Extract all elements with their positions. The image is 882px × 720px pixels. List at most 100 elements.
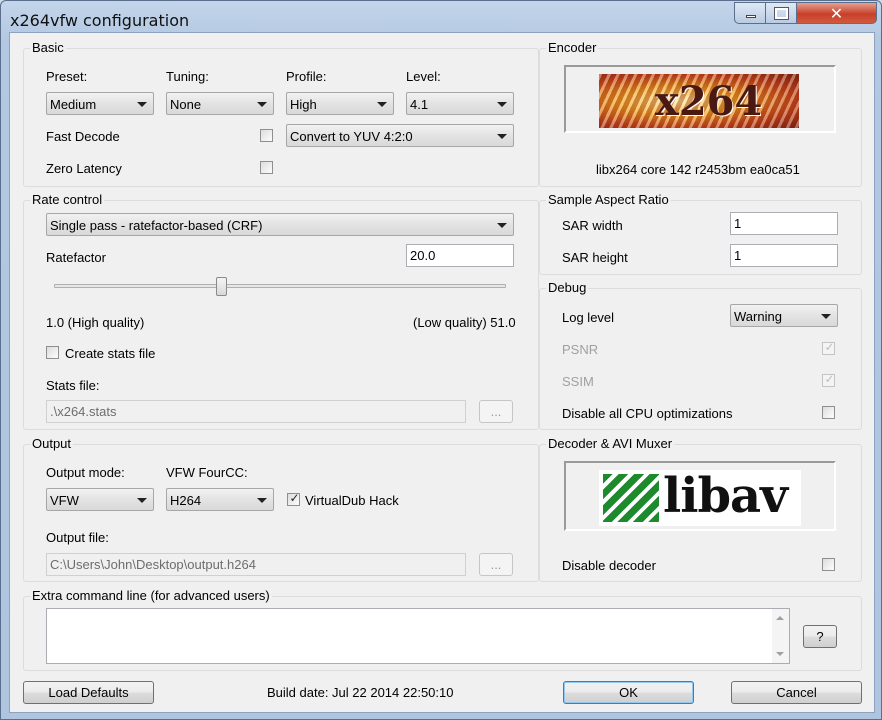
psnr-label: PSNR (562, 342, 599, 357)
ok-button[interactable]: OK (563, 681, 694, 704)
sar-group-label: Sample Aspect Ratio (546, 192, 671, 207)
sar-width-input[interactable]: 1 (730, 212, 838, 235)
encoder-group-label: Encoder (546, 40, 599, 55)
ssim-checkbox[interactable]: ✓ (822, 372, 835, 387)
zero-latency-checkbox[interactable] (260, 161, 273, 174)
create-stats-checkbox[interactable] (46, 346, 59, 359)
output-mode-value: VFW (50, 493, 79, 508)
zero-latency-label: Zero Latency (46, 161, 122, 176)
sar-height-input[interactable]: 1 (730, 244, 838, 267)
chevron-down-icon (497, 134, 507, 139)
chevron-down-icon (377, 102, 387, 107)
stats-file-label: Stats file: (46, 378, 100, 393)
profile-value: High (290, 97, 317, 112)
libav-logo-frame: libav (564, 461, 836, 531)
sar-height-label: SAR height (562, 250, 628, 265)
x264-logo-text: x264 (655, 78, 763, 125)
minimize-icon (746, 15, 756, 18)
debug-group-label: Debug (546, 280, 589, 295)
psnr-checkbox[interactable]: ✓ (822, 340, 835, 355)
libav-logo: libav (599, 470, 801, 526)
chevron-down-icon (137, 498, 147, 503)
decoder-group-label: Decoder & AVI Muxer (546, 436, 675, 451)
output-browse-button[interactable]: ... (479, 553, 513, 576)
tuning-value: None (170, 97, 202, 112)
chevron-down-icon (257, 498, 267, 503)
output-file-input[interactable]: C:\Users\John\Desktop\output.h264 (46, 553, 466, 576)
fourcc-combo[interactable]: H264 (166, 488, 274, 511)
fast-decode-checkbox[interactable] (260, 129, 273, 142)
ssim-label: SSIM (562, 374, 594, 389)
help-button[interactable]: ? (803, 625, 837, 648)
vdub-hack-label: VirtualDub Hack (305, 493, 399, 508)
disable-cpu-checkbox[interactable] (822, 406, 835, 419)
output-mode-label: Output mode: (46, 465, 125, 480)
libav-logo-text: libav (663, 470, 788, 524)
preset-value: Medium (50, 97, 97, 112)
quality-min-label: 1.0 (High quality) (46, 315, 145, 330)
sar-width-label: SAR width (562, 218, 623, 233)
check-icon: ✓ (824, 340, 835, 354)
preset-combo[interactable]: Medium (46, 92, 154, 115)
fourcc-value: H264 (170, 493, 202, 508)
vdub-hack-checkbox[interactable]: ✓ (287, 491, 300, 506)
scroll-up-icon[interactable] (776, 616, 784, 620)
disable-decoder-label: Disable decoder (562, 558, 656, 573)
maximize-icon (774, 7, 789, 20)
minimize-button[interactable] (734, 2, 766, 24)
log-level-label: Log level (562, 310, 615, 325)
check-icon: ✓ (289, 491, 300, 505)
profile-combo[interactable]: High (286, 92, 394, 115)
log-level-combo[interactable]: Warning (730, 304, 838, 327)
chevron-down-icon (137, 102, 147, 107)
chevron-down-icon (497, 102, 507, 107)
cancel-button[interactable]: Cancel (731, 681, 862, 704)
extra-cmd-scrollbar[interactable] (772, 609, 789, 663)
preset-label: Preset: (46, 69, 88, 84)
dialog-window: x264vfw configuration ✕ Basic Preset: Me… (0, 0, 882, 720)
rate-control-group-label: Rate control (30, 192, 105, 207)
scroll-down-icon[interactable] (776, 652, 784, 656)
stats-file-input[interactable]: .\x264.stats (46, 400, 466, 423)
ratefactor-input[interactable]: 20.0 (406, 244, 514, 267)
output-mode-combo[interactable]: VFW (46, 488, 154, 511)
libav-logo-mark (603, 474, 659, 522)
basic-group-label: Basic (30, 40, 66, 55)
close-icon: ✕ (829, 6, 844, 23)
extra-cmd-textarea[interactable] (46, 608, 790, 664)
encoder-version: libx264 core 142 r2453bm ea0ca51 (596, 162, 800, 177)
log-level-value: Warning (734, 309, 782, 324)
output-file-label: Output file: (46, 530, 109, 545)
create-stats-label: Create stats file (65, 346, 156, 361)
level-label: Level: (406, 69, 441, 84)
maximize-button[interactable] (766, 2, 797, 24)
check-icon: ✓ (824, 372, 835, 386)
dialog-client: Basic Preset: Medium Tuning: None Profil… (9, 32, 875, 713)
load-defaults-button[interactable]: Load Defaults (23, 681, 154, 704)
stats-browse-button[interactable]: ... (479, 400, 513, 423)
output-group-label: Output (30, 436, 74, 451)
ratefactor-slider-thumb[interactable] (215, 277, 227, 296)
rate-mode-combo[interactable]: Single pass - ratefactor-based (CRF) (46, 213, 514, 236)
ratefactor-label: Ratefactor (46, 250, 106, 265)
chevron-down-icon (497, 223, 507, 228)
disable-cpu-label: Disable all CPU optimizations (562, 406, 733, 421)
colorspace-value: Convert to YUV 4:2:0 (290, 129, 413, 144)
level-value: 4.1 (410, 97, 429, 112)
ratefactor-slider-track[interactable] (54, 284, 506, 288)
tuning-combo[interactable]: None (166, 92, 274, 115)
chevron-down-icon (257, 102, 267, 107)
fast-decode-label: Fast Decode (46, 129, 120, 144)
tuning-label: Tuning: (166, 69, 209, 84)
fourcc-label: VFW FourCC: (166, 465, 248, 480)
extra-cmd-group-label: Extra command line (for advanced users) (30, 588, 272, 603)
profile-label: Profile: (286, 69, 327, 84)
x264-logo: x264 (599, 74, 799, 128)
rate-mode-value: Single pass - ratefactor-based (CRF) (50, 218, 263, 233)
x264-logo-frame: x264 (564, 65, 836, 133)
close-button[interactable]: ✕ (797, 2, 877, 24)
disable-decoder-checkbox[interactable] (822, 558, 835, 571)
colorspace-combo[interactable]: Convert to YUV 4:2:0 (286, 124, 514, 147)
level-combo[interactable]: 4.1 (406, 92, 514, 115)
quality-max-label: (Low quality) 51.0 (413, 315, 516, 330)
